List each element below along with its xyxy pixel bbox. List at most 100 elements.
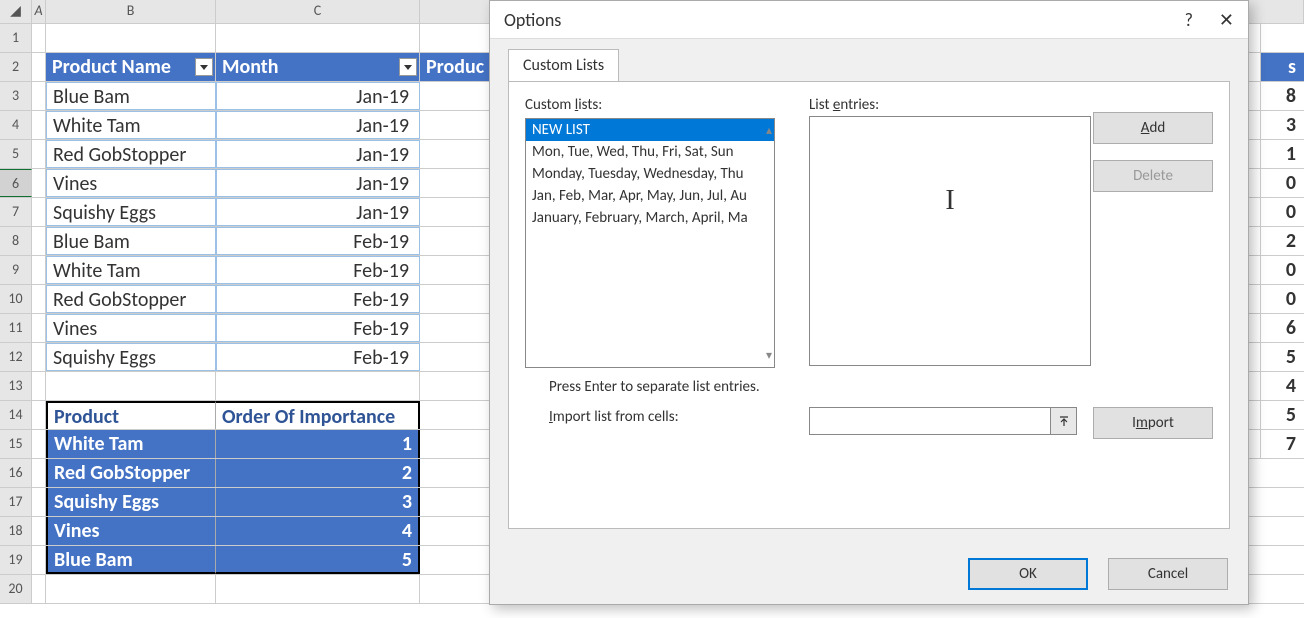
chevron-down-icon	[404, 65, 412, 70]
add-button[interactable]: Add	[1093, 112, 1213, 144]
delete-button[interactable]: Delete	[1093, 160, 1213, 192]
cell-month[interactable]: Feb-19	[216, 314, 420, 342]
text-cursor-icon: I	[945, 191, 954, 211]
row-header[interactable]: 17	[0, 488, 32, 516]
lower-order[interactable]: 3	[216, 488, 420, 516]
cell-product[interactable]: Squishy Eggs	[46, 198, 216, 226]
row-header[interactable]: 1	[0, 24, 32, 52]
row-header[interactable]: 9	[0, 256, 32, 284]
peek-value[interactable]: 7	[1260, 430, 1304, 459]
cell-product[interactable]: White Tam	[46, 256, 216, 284]
cell-month[interactable]: Jan-19	[216, 198, 420, 226]
lower-order[interactable]: 5	[216, 546, 420, 574]
peek-value[interactable]: 5	[1260, 343, 1304, 372]
list-item[interactable]: NEW LIST	[526, 119, 774, 141]
cell-product[interactable]: Blue Bam	[46, 227, 216, 255]
lower-header-product[interactable]: Product	[46, 401, 216, 429]
peek-value[interactable]: 6	[1260, 314, 1304, 343]
peek-value[interactable]: 4	[1260, 372, 1304, 401]
import-range-input[interactable]	[809, 407, 1077, 435]
lower-order[interactable]: 1	[216, 430, 420, 458]
cell-month[interactable]: Feb-19	[216, 256, 420, 284]
scroll-up-icon[interactable]: ▴	[766, 123, 772, 138]
import-button[interactable]: Import	[1093, 407, 1213, 439]
tab-custom-lists[interactable]: Custom Lists	[508, 49, 619, 81]
row-header[interactable]: 5	[0, 140, 32, 168]
lower-product[interactable]: Vines	[46, 517, 216, 545]
cell-product[interactable]: Blue Bam	[46, 82, 216, 110]
lower-product[interactable]: Red GobStopper	[46, 459, 216, 487]
custom-lists-label: Custom lists:	[525, 96, 775, 114]
row-header[interactable]: 8	[0, 227, 32, 255]
list-item[interactable]: Jan, Feb, Mar, Apr, May, Jun, Jul, Au	[526, 185, 774, 207]
filter-dropdown-product[interactable]	[195, 58, 213, 76]
peek-value[interactable]: 0	[1260, 169, 1304, 198]
row-header[interactable]: 16	[0, 459, 32, 487]
list-item[interactable]: Monday, Tuesday, Wednesday, Thu	[526, 163, 774, 185]
row-header[interactable]: 2	[0, 53, 32, 81]
row-header[interactable]: 6	[0, 169, 32, 197]
cell-month[interactable]: Jan-19	[216, 169, 420, 197]
close-icon[interactable]: ✕	[1219, 9, 1234, 31]
cell-product[interactable]: White Tam	[46, 111, 216, 139]
cell-month[interactable]: Feb-19	[216, 227, 420, 255]
lower-product[interactable]: Blue Bam	[46, 546, 216, 574]
lower-order[interactable]: 4	[216, 517, 420, 545]
dialog-titlebar: Options ? ✕	[490, 1, 1248, 39]
row-header[interactable]: 20	[0, 575, 32, 603]
scroll-down-icon[interactable]: ▾	[766, 348, 772, 363]
peek-value[interactable]: 5	[1260, 401, 1304, 430]
lower-order[interactable]: 2	[216, 459, 420, 487]
ok-button[interactable]: OK	[968, 558, 1088, 590]
list-item[interactable]: Mon, Tue, Wed, Thu, Fri, Sat, Sun	[526, 141, 774, 163]
right-peek-column: s 8 3 1 0 0 2 0 0 6 5 4 5 7	[1260, 24, 1304, 459]
row-header[interactable]: 11	[0, 314, 32, 342]
col-header-c[interactable]: C	[216, 0, 420, 23]
row-header[interactable]: 12	[0, 343, 32, 371]
cell-month[interactable]: Jan-19	[216, 82, 420, 110]
table-header-month: Month	[216, 53, 420, 81]
cell-product[interactable]: Red GobStopper	[46, 140, 216, 168]
options-dialog: Options ? ✕ Custom Lists Custom lists: N…	[489, 0, 1249, 605]
dialog-panel: Custom lists: NEW LIST Mon, Tue, Wed, Th…	[508, 81, 1230, 529]
help-icon[interactable]: ?	[1185, 9, 1193, 31]
cell-month[interactable]: Jan-19	[216, 111, 420, 139]
cell-month[interactable]: Feb-19	[216, 343, 420, 371]
cell-product[interactable]: Red GobStopper	[46, 285, 216, 313]
list-entries-textarea[interactable]: I	[809, 116, 1091, 366]
peek-value[interactable]: 2	[1260, 227, 1304, 256]
peek-value[interactable]: 3	[1260, 111, 1304, 140]
row-header[interactable]: 3	[0, 82, 32, 110]
cell-product[interactable]: Vines	[46, 169, 216, 197]
col-header-b[interactable]: B	[46, 0, 216, 23]
custom-lists-listbox[interactable]: NEW LIST Mon, Tue, Wed, Thu, Fri, Sat, S…	[525, 118, 775, 368]
cell-month[interactable]: Jan-19	[216, 140, 420, 168]
peek-value[interactable]: 1	[1260, 140, 1304, 169]
peek-value[interactable]: 0	[1260, 256, 1304, 285]
row-header[interactable]: 10	[0, 285, 32, 313]
lower-product[interactable]: Squishy Eggs	[46, 488, 216, 516]
peek-value[interactable]: 8	[1260, 82, 1304, 111]
peek-value[interactable]: 0	[1260, 198, 1304, 227]
cell-product[interactable]: Squishy Eggs	[46, 343, 216, 371]
row-header[interactable]: 15	[0, 430, 32, 458]
select-all-corner[interactable]: ◢	[0, 0, 32, 23]
row-header[interactable]: 13	[0, 372, 32, 400]
row-header[interactable]: 4	[0, 111, 32, 139]
peek-value[interactable]: 0	[1260, 285, 1304, 314]
row-header[interactable]: 14	[0, 401, 32, 429]
import-from-cells-label: Import list from cells:	[549, 408, 679, 426]
row-header[interactable]: 18	[0, 517, 32, 545]
cell-product[interactable]: Vines	[46, 314, 216, 342]
range-picker-icon[interactable]	[1050, 408, 1076, 434]
cancel-button[interactable]: Cancel	[1108, 558, 1228, 590]
chevron-down-icon	[200, 65, 208, 70]
cell-month[interactable]: Feb-19	[216, 285, 420, 313]
list-item[interactable]: January, February, March, April, Ma	[526, 207, 774, 229]
lower-product[interactable]: White Tam	[46, 430, 216, 458]
lower-header-order[interactable]: Order Of Importance	[216, 401, 420, 429]
col-header-a[interactable]: A	[32, 0, 46, 23]
row-header[interactable]: 7	[0, 198, 32, 226]
row-header[interactable]: 19	[0, 546, 32, 574]
filter-dropdown-month[interactable]	[399, 58, 417, 76]
